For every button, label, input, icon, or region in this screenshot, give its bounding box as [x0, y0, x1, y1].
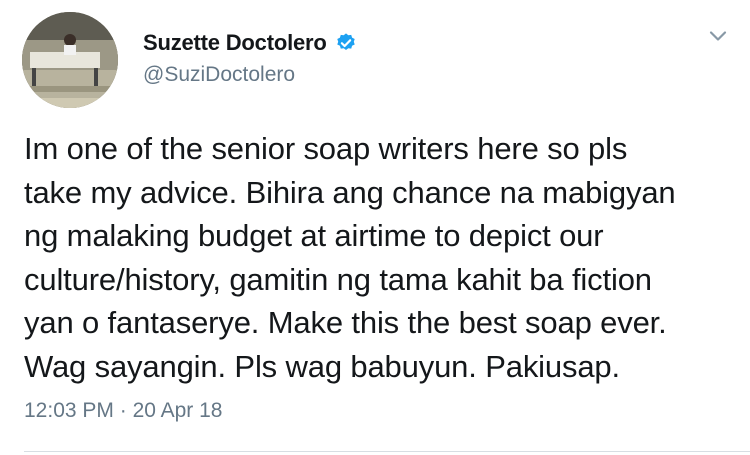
chevron-down-icon[interactable]	[706, 24, 730, 48]
tweet-text: Im one of the senior soap writers here s…	[24, 131, 676, 384]
tweet-time: 12:03 PM	[24, 399, 114, 422]
tweet-date: 20 Apr 18	[132, 399, 223, 422]
tweet-card: Suzette Doctolero @SuziDoctolero Im one …	[0, 0, 750, 455]
author-info[interactable]: Suzette Doctolero @SuziDoctolero	[143, 28, 357, 87]
avatar-photo	[22, 12, 118, 108]
display-name[interactable]: Suzette Doctolero	[143, 30, 327, 56]
timestamp-separator: ·	[119, 399, 127, 422]
user-handle[interactable]: @SuziDoctolero	[143, 63, 357, 87]
avatar[interactable]	[22, 12, 118, 108]
name-row: Suzette Doctolero	[143, 28, 357, 58]
tweet-timestamp[interactable]: 12:03 PM · 20 Apr 18	[24, 399, 222, 423]
verified-badge-icon	[335, 32, 357, 54]
divider	[24, 451, 750, 452]
